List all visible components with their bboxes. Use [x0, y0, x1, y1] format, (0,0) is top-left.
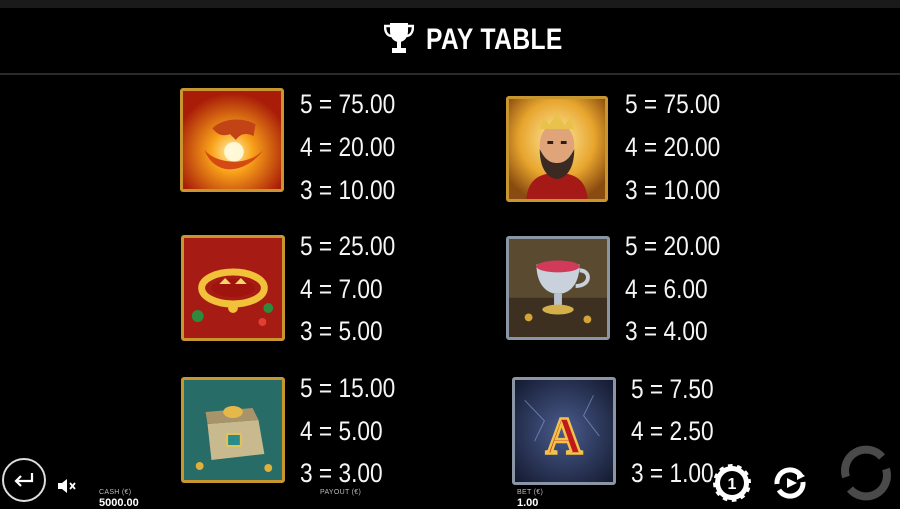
- goblet-symbol-icon: [506, 236, 610, 340]
- header-divider: [0, 73, 900, 75]
- hand-symbol-icon: [180, 88, 284, 192]
- cash-label: CASH (€): [99, 489, 132, 496]
- crown-payout-5: 5 = 25.00: [300, 231, 396, 261]
- crown-payout-3: 3 = 5.00: [300, 316, 383, 346]
- king-payout-3: 3 = 10.00: [625, 175, 721, 205]
- coin-chip-button[interactable]: 1: [711, 462, 753, 504]
- chip-value: 1: [728, 476, 737, 493]
- king-payout-4: 4 = 20.00: [625, 132, 721, 162]
- back-button[interactable]: [2, 458, 46, 502]
- payout-label: PAYOUT (€): [320, 489, 362, 496]
- ace-payout-5: 5 = 7.50: [631, 374, 714, 404]
- king-symbol-icon: [506, 96, 608, 202]
- chest-payout-4: 4 = 5.00: [300, 416, 383, 446]
- ace-letter: A: [546, 408, 583, 466]
- chest-symbol-icon: [181, 377, 285, 483]
- page-title: PAY TABLE: [426, 23, 563, 56]
- crown-symbol-icon: [181, 235, 285, 341]
- chest-payout-5: 5 = 15.00: [300, 373, 396, 403]
- goblet-payout-5: 5 = 20.00: [625, 231, 721, 261]
- top-strip: [0, 0, 900, 8]
- ace-payout-4: 4 = 2.50: [631, 416, 714, 446]
- hand-payout-5: 5 = 75.00: [300, 89, 396, 119]
- king-payout-5: 5 = 75.00: [625, 89, 721, 119]
- spin-icon: [841, 445, 891, 501]
- bet-value: 1.00: [517, 497, 539, 509]
- hand-payout-4: 4 = 20.00: [300, 132, 396, 162]
- cash-value: 5000.00: [99, 497, 139, 509]
- chest-payout-3: 3 = 3.00: [300, 458, 383, 488]
- trophy-icon: [383, 21, 415, 60]
- autoplay-button[interactable]: [769, 462, 811, 504]
- goblet-payout-3: 3 = 4.00: [625, 316, 708, 346]
- crown-payout-4: 4 = 7.00: [300, 274, 383, 304]
- bet-label: BET (€): [517, 489, 544, 496]
- return-arrow-icon: [14, 473, 34, 487]
- paytable-title-group: PAY TABLE: [383, 18, 593, 62]
- ace-symbol-icon: A: [512, 377, 616, 485]
- spin-button[interactable]: [836, 443, 896, 503]
- mute-icon[interactable]: [56, 476, 78, 496]
- hand-payout-3: 3 = 10.00: [300, 175, 396, 205]
- goblet-payout-4: 4 = 6.00: [625, 274, 708, 304]
- autoplay-icon: [774, 467, 806, 499]
- ace-payout-3: 3 = 1.00: [631, 458, 714, 488]
